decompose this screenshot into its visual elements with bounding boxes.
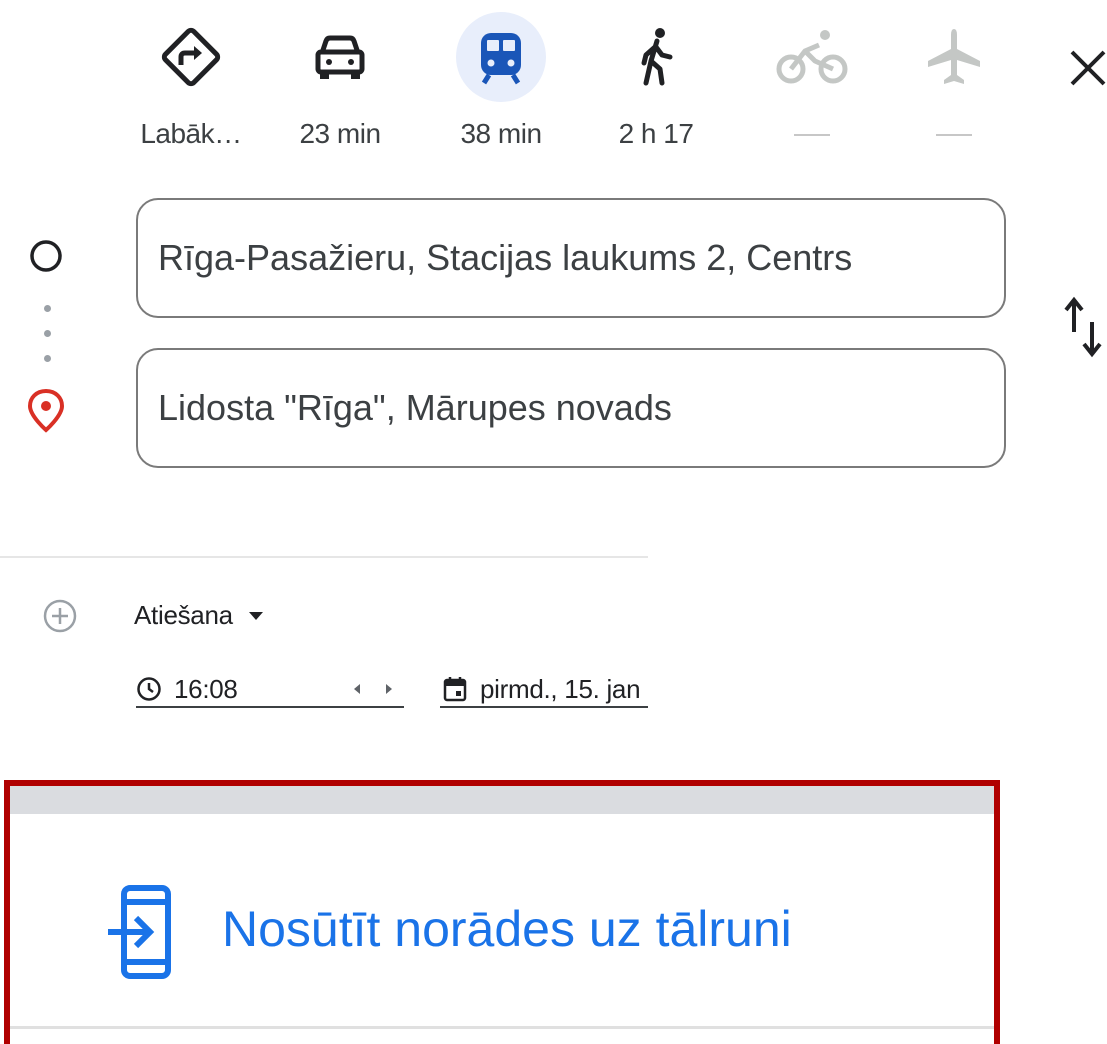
panel-bottom-divider (10, 1026, 994, 1029)
section-divider (0, 556, 648, 558)
directions-diamond-icon (146, 12, 236, 102)
send-to-phone-button[interactable]: Nosūtīt norādes uz tālruni (106, 882, 906, 982)
mode-best-route[interactable]: Labāk… (140, 12, 242, 162)
mode-driving-label: 23 min (299, 118, 381, 149)
mode-driving[interactable]: 23 min (290, 12, 390, 162)
walking-icon (611, 12, 701, 102)
panel-separator (10, 786, 994, 814)
departure-time: 16:08 (174, 673, 238, 704)
next-time-icon[interactable] (384, 682, 394, 696)
destination-input[interactable] (158, 350, 998, 466)
origin-circle-icon (30, 240, 62, 272)
date-underline (440, 706, 648, 708)
clock-icon (137, 677, 161, 701)
mode-walking[interactable]: 2 h 17 (606, 12, 706, 162)
bicycle-icon (767, 12, 857, 102)
previous-time-icon[interactable] (352, 682, 362, 696)
add-circle-icon[interactable] (42, 598, 78, 634)
time-underline (136, 706, 404, 708)
mode-transit-label: 38 min (460, 118, 542, 149)
date-picker[interactable]: pirmd., 15. jan (442, 672, 648, 706)
swap-vertical-icon (1064, 296, 1102, 358)
send-to-phone-icon (108, 885, 171, 979)
departure-option-label: Atiešana (134, 600, 233, 630)
mode-flights-dash (936, 134, 972, 136)
close-icon (1070, 50, 1106, 86)
send-to-phone-label: Nosūtīt norādes uz tālruni (222, 901, 792, 957)
caret-down-icon (248, 611, 263, 620)
route-dot (44, 305, 51, 312)
route-dot (44, 355, 51, 362)
mode-transit[interactable]: 38 min (451, 12, 551, 162)
close-button[interactable] (1068, 48, 1107, 108)
departure-date: pirmd., 15. jan (480, 673, 641, 704)
swap-button[interactable] (1062, 292, 1107, 362)
car-icon (295, 12, 385, 102)
mode-flights[interactable] (904, 12, 1004, 162)
train-icon (456, 12, 546, 102)
mode-walking-label: 2 h 17 (618, 118, 694, 149)
mode-cycling-dash (794, 134, 830, 136)
mode-best-route-label: Labāk… (140, 118, 242, 149)
send-to-phone-panel: Nosūtīt norādes uz tālruni (4, 780, 1000, 1044)
airplane-icon (909, 12, 999, 102)
destination-field[interactable] (136, 348, 1006, 468)
departure-option-dropdown[interactable]: Atiešana (134, 600, 265, 631)
origin-input[interactable] (158, 200, 998, 316)
time-picker[interactable]: 16:08 (136, 672, 404, 706)
origin-field[interactable] (136, 198, 1006, 318)
mode-cycling[interactable] (762, 12, 862, 162)
calendar-icon (443, 677, 467, 702)
route-dot (44, 330, 51, 337)
destination-pin-icon (27, 388, 65, 433)
